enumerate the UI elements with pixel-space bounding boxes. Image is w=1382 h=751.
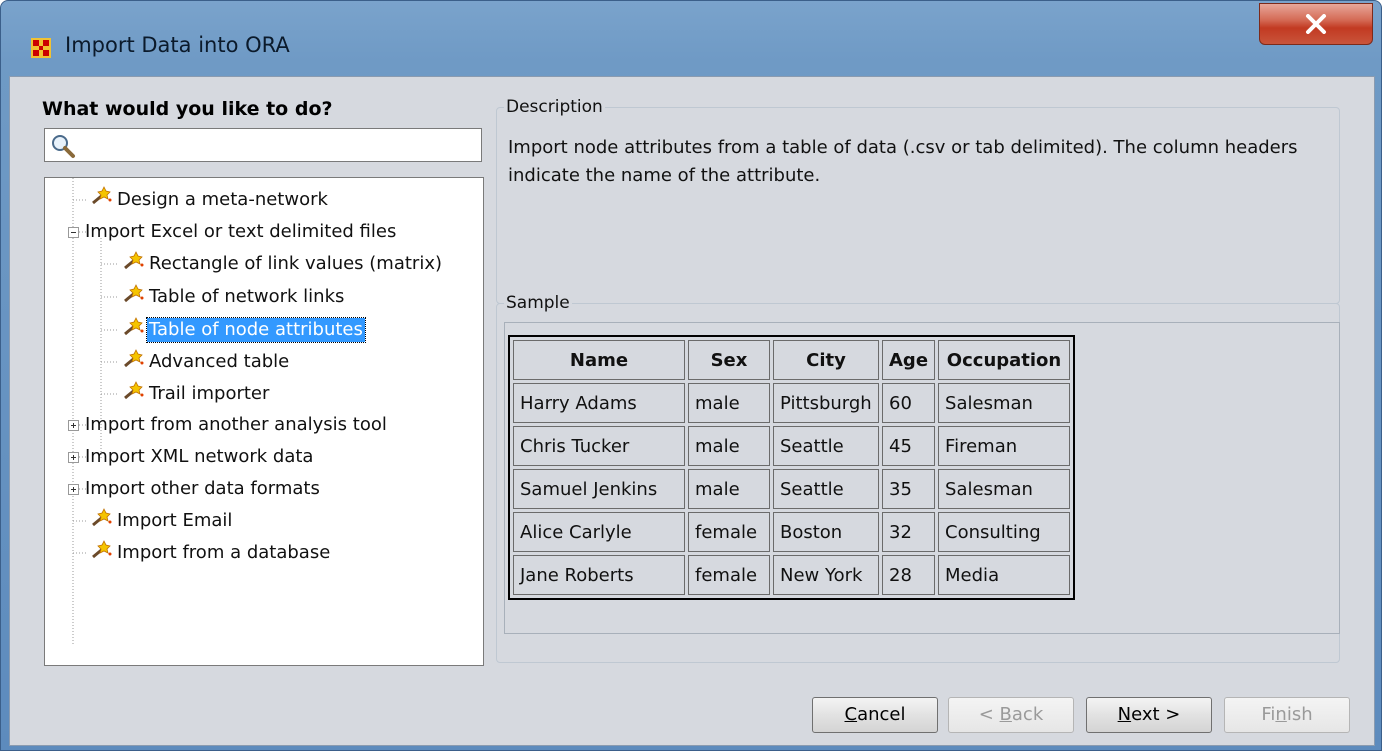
- table-cell: Media: [938, 555, 1071, 595]
- table-row: Samuel Jenkins male Seattle 35 Salesman: [513, 469, 1071, 509]
- title-bar[interactable]: Import Data into ORA: [1, 1, 1381, 76]
- dialog-content: What would you like to do? Design a meta…: [9, 76, 1375, 746]
- tree-item-import-other-formats[interactable]: Import other data formats: [83, 477, 322, 501]
- search-input[interactable]: [81, 133, 475, 159]
- cancel-button-label: Cancel: [844, 704, 906, 725]
- tree-item-import-excel[interactable]: Import Excel or text delimited files: [83, 220, 398, 244]
- table-cell: male: [688, 383, 770, 423]
- table-cell: female: [688, 512, 770, 552]
- table-cell: Chris Tucker: [513, 426, 685, 466]
- back-button[interactable]: < Back: [948, 697, 1074, 733]
- tree-item-table-node-attributes[interactable]: Table of node attributes: [146, 317, 366, 343]
- wand-icon: [124, 349, 144, 368]
- expand-icon[interactable]: [68, 484, 79, 495]
- tree-item-import-analysis-tool[interactable]: Import from another analysis tool: [83, 413, 389, 437]
- next-button[interactable]: Next >: [1086, 697, 1212, 733]
- expand-icon[interactable]: [68, 452, 79, 463]
- table-cell: Alice Carlyle: [513, 512, 685, 552]
- table-cell: Seattle: [773, 469, 879, 509]
- cancel-button[interactable]: Cancel: [812, 697, 938, 733]
- tree-item-import-database[interactable]: Import from a database: [115, 541, 332, 565]
- close-button[interactable]: [1259, 3, 1373, 45]
- description-title: Description: [504, 97, 605, 117]
- table-cell: Jane Roberts: [513, 555, 685, 595]
- wand-icon: [124, 381, 144, 400]
- table-cell: Boston: [773, 512, 879, 552]
- wand-icon: [124, 317, 144, 336]
- wand-icon: [92, 540, 112, 559]
- options-heading: What would you like to do?: [42, 98, 333, 120]
- description-text: Import node attributes from a table of d…: [508, 137, 1298, 186]
- table-cell: 35: [882, 469, 936, 509]
- table-cell: Pittsburgh: [773, 383, 879, 423]
- search-field[interactable]: [44, 128, 482, 162]
- tree-item-table-network-links[interactable]: Table of network links: [147, 285, 346, 309]
- search-icon: [52, 135, 75, 158]
- table-cell: Consulting: [938, 512, 1071, 552]
- wand-icon: [124, 284, 144, 303]
- column-header-age: Age: [882, 340, 936, 380]
- wand-icon: [92, 186, 112, 205]
- back-button-label: < Back: [978, 704, 1044, 725]
- import-options-tree[interactable]: Design a meta-network Import Excel or te…: [44, 177, 484, 666]
- table-cell: Salesman: [938, 469, 1071, 509]
- tree-item-import-xml[interactable]: Import XML network data: [83, 445, 315, 469]
- table-cell: Salesman: [938, 383, 1071, 423]
- finish-button[interactable]: Finish: [1224, 697, 1350, 733]
- table-row: Chris Tucker male Seattle 45 Fireman: [513, 426, 1071, 466]
- column-header-name: Name: [513, 340, 685, 380]
- wand-icon: [92, 508, 112, 527]
- table-cell: male: [688, 426, 770, 466]
- table-row: Jane Roberts female New York 28 Media: [513, 555, 1071, 595]
- table-cell: Fireman: [938, 426, 1071, 466]
- tree-item-import-email[interactable]: Import Email: [115, 509, 234, 533]
- finish-button-label: Finish: [1261, 704, 1313, 725]
- table-cell: 60: [882, 383, 936, 423]
- table-cell: 28: [882, 555, 936, 595]
- tree-item-advanced-table[interactable]: Advanced table: [147, 350, 291, 374]
- table-cell: New York: [773, 555, 879, 595]
- table-cell: Seattle: [773, 426, 879, 466]
- tree-item-design-meta-network[interactable]: Design a meta-network: [115, 188, 330, 212]
- table-cell: 45: [882, 426, 936, 466]
- table-row: Harry Adams male Pittsburgh 60 Salesman: [513, 383, 1071, 423]
- dialog-window: Import Data into ORA What would you like…: [0, 0, 1382, 751]
- table-cell: male: [688, 469, 770, 509]
- column-header-city: City: [773, 340, 879, 380]
- next-button-label: Next >: [1117, 704, 1181, 725]
- sample-title: Sample: [504, 293, 572, 313]
- table-header-row: Name Sex City Age Occupation: [513, 340, 1071, 380]
- column-header-sex: Sex: [688, 340, 770, 380]
- wand-icon: [124, 251, 144, 270]
- table-row: Alice Carlyle female Boston 32 Consultin…: [513, 512, 1071, 552]
- collapse-icon[interactable]: [68, 227, 79, 238]
- ora-app-icon: [31, 38, 51, 58]
- table-cell: 32: [882, 512, 936, 552]
- table-cell: Harry Adams: [513, 383, 685, 423]
- sample-table: Name Sex City Age Occupation Harry Adams…: [508, 335, 1076, 600]
- table-cell: female: [688, 555, 770, 595]
- tree-item-rectangle-link-values[interactable]: Rectangle of link values (matrix): [147, 252, 444, 276]
- window-title: Import Data into ORA: [65, 33, 290, 57]
- table-cell: Samuel Jenkins: [513, 469, 685, 509]
- expand-icon[interactable]: [68, 420, 79, 431]
- tree-item-trail-importer[interactable]: Trail importer: [147, 382, 271, 406]
- column-header-occupation: Occupation: [938, 340, 1071, 380]
- close-icon: [1306, 14, 1326, 34]
